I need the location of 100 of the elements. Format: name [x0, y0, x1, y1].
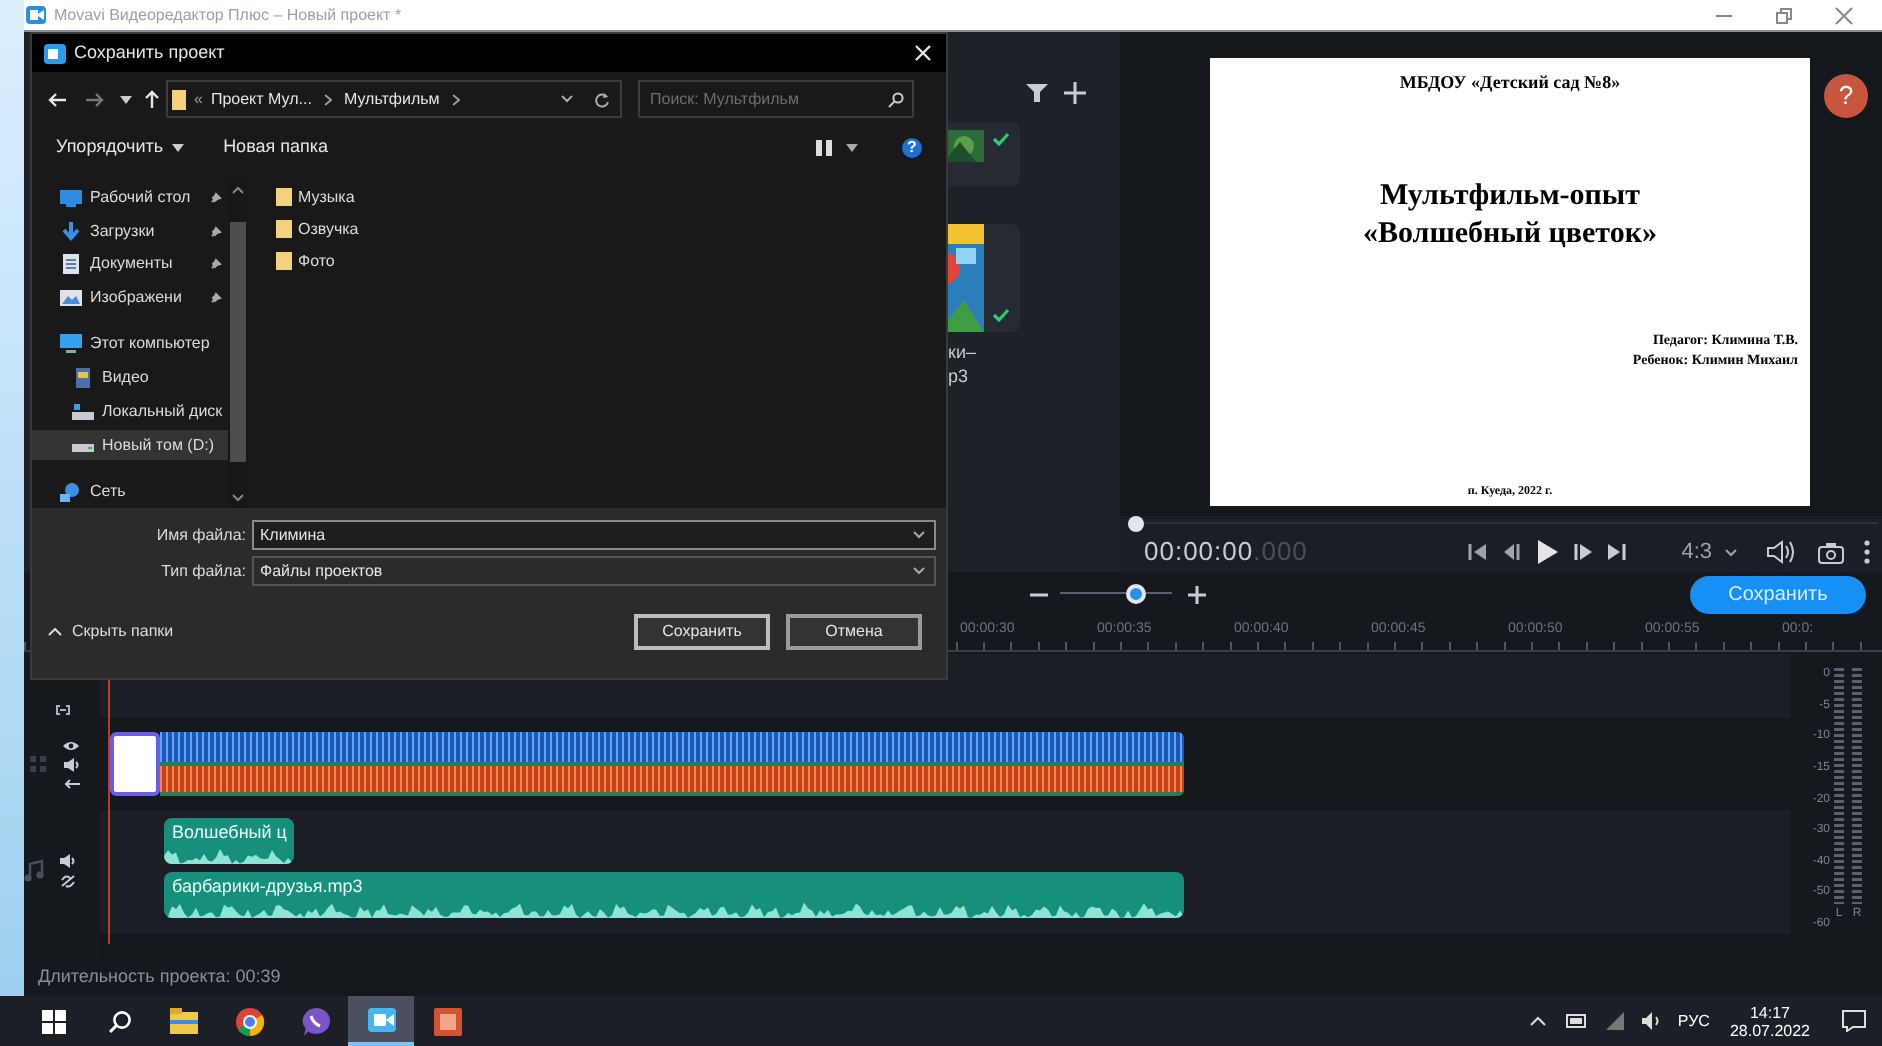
grid-icon — [30, 756, 46, 772]
view-options-icon[interactable] — [816, 140, 834, 156]
up-icon[interactable] — [144, 90, 160, 108]
slide-heading: МБДОУ «Детский сад №8» — [1399, 70, 1621, 96]
hide-folders-button[interactable]: Скрыть папки — [48, 620, 174, 644]
nav-item[interactable]: Видео — [32, 362, 228, 395]
nav-item[interactable]: Рабочий стол — [32, 182, 228, 214]
nav-label: Новый том (D:) — [102, 433, 214, 458]
clock-date[interactable]: 28.07.2022 — [1729, 1021, 1810, 1039]
search-icon[interactable] — [108, 1009, 132, 1033]
battery-icon[interactable] — [1565, 1014, 1588, 1028]
caret-icon — [912, 566, 926, 576]
app-logo-icon — [44, 43, 66, 63]
media-name: ки– — [948, 340, 976, 364]
camera-icon[interactable] — [1818, 541, 1844, 563]
scroll-down-icon[interactable] — [232, 494, 244, 502]
taskbar-button[interactable] — [348, 996, 414, 1046]
language-indicator[interactable]: РУС — [1677, 1009, 1710, 1033]
clip-name: барбарики-друзья.mp3 — [172, 874, 363, 898]
chevron-right-icon[interactable] — [323, 93, 332, 105]
nav-label: Документы — [90, 252, 173, 277]
volume-icon[interactable] — [1641, 1012, 1662, 1030]
more-icon[interactable] — [1864, 540, 1870, 564]
zoom-in-icon[interactable] — [1188, 585, 1206, 603]
organize-menu[interactable]: Упорядочить — [56, 134, 184, 162]
start-icon[interactable] — [42, 1009, 66, 1033]
nav-item[interactable]: Сеть — [32, 476, 228, 508]
add-icon[interactable] — [1064, 82, 1086, 104]
nav-label: Локальный диск — [102, 399, 223, 424]
caret-icon — [171, 144, 184, 152]
save-button[interactable]: Сохранить — [634, 614, 770, 650]
chevron-up-icon[interactable] — [1529, 1016, 1546, 1026]
nav-item[interactable]: Загрузки — [32, 215, 228, 247]
path-overflow[interactable]: « — [194, 87, 203, 111]
folder-icon — [172, 89, 186, 109]
eye-icon[interactable] — [62, 739, 80, 751]
restore-icon[interactable] — [1774, 5, 1794, 25]
chevron-up-icon — [48, 628, 62, 636]
chevron-right-icon[interactable] — [451, 93, 460, 105]
nav-item[interactable]: Локальный диск — [32, 396, 228, 428]
volume-icon[interactable] — [1766, 540, 1794, 564]
forward-icon[interactable] — [86, 91, 104, 107]
back-icon[interactable] — [48, 91, 66, 107]
caret-icon[interactable] — [1724, 547, 1738, 557]
window-title: Movavi Видеоредактор Плюс – Новый проект * — [54, 3, 402, 27]
new-folder-button[interactable]: Новая папка — [223, 134, 329, 162]
address-bar[interactable]: « Проект Мул... Мультфильм — [166, 80, 622, 118]
breadcrumb[interactable]: Проект Мул... — [210, 87, 312, 111]
play-icon[interactable] — [1535, 540, 1558, 564]
check-icon — [992, 308, 1010, 322]
help-button[interactable]: ? — [902, 138, 922, 158]
cancel-button[interactable]: Отмена — [786, 614, 922, 650]
chat-icon — [299, 1005, 331, 1037]
nav-item[interactable]: Документы — [32, 248, 228, 281]
desktop-icon — [60, 187, 82, 208]
filter-icon[interactable] — [1026, 84, 1048, 104]
clock-time[interactable]: 14:17 — [1749, 1003, 1790, 1021]
file-name-field[interactable]: Климина — [252, 520, 936, 550]
slide-title: Мультфильм-опыт — [1379, 177, 1641, 215]
refresh-icon[interactable] — [594, 91, 610, 107]
clip-thumbnail — [110, 732, 160, 796]
unlink-icon[interactable] — [60, 873, 76, 887]
file-type-dropdown[interactable]: Файлы проектов — [252, 556, 936, 586]
media-name: р3 — [948, 364, 971, 388]
step-forward-icon[interactable] — [1573, 542, 1592, 562]
help-button[interactable]: ? — [1824, 74, 1868, 118]
nav-item[interactable]: Изображени — [32, 282, 228, 314]
arrow-left-icon[interactable] — [63, 777, 79, 789]
video-clip[interactable] — [110, 732, 1184, 796]
scroll-thumb[interactable] — [230, 222, 246, 462]
audio-clip[interactable]: барбарики-друзья.mp3 — [164, 872, 1184, 918]
skip-start-icon[interactable] — [1467, 542, 1486, 562]
video-editor-icon — [365, 1003, 397, 1035]
folder-name[interactable]: Озвучка — [298, 217, 359, 241]
link-icon[interactable] — [53, 704, 71, 716]
step-back-icon[interactable] — [1501, 542, 1520, 562]
audio-clip[interactable]: Волшебный ц — [164, 818, 294, 864]
folder-name[interactable]: Фото — [298, 249, 335, 273]
field-label: Имя файла: — [154, 523, 248, 547]
caret-icon[interactable] — [560, 94, 574, 104]
search-icon — [888, 91, 904, 107]
skip-end-icon[interactable] — [1607, 542, 1626, 562]
caret-icon[interactable] — [120, 95, 132, 103]
seek-handle[interactable] — [1128, 516, 1144, 532]
browser-icon — [233, 1005, 265, 1037]
search-field[interactable]: Поиск: Мультфильм — [638, 80, 914, 118]
caret-icon[interactable] — [846, 144, 858, 152]
zoom-slider[interactable] — [1060, 584, 1172, 604]
volume-icon[interactable] — [63, 757, 79, 771]
notifications-icon[interactable] — [1842, 1010, 1866, 1032]
nav-item[interactable]: Этот компьютер — [32, 329, 228, 361]
breadcrumb[interactable]: Мультфильм — [343, 87, 440, 111]
aspect-ratio-selector[interactable]: 4:3 — [1681, 535, 1712, 569]
folder-name[interactable]: Музыка — [298, 185, 355, 209]
zoom-handle[interactable] — [1126, 584, 1147, 604]
scroll-up-icon[interactable] — [232, 186, 244, 194]
download-icon — [60, 221, 82, 242]
volume-icon[interactable] — [60, 853, 76, 867]
wifi-icon[interactable] — [1605, 1012, 1626, 1030]
nav-item[interactable]: Новый том (D:) — [32, 429, 228, 461]
